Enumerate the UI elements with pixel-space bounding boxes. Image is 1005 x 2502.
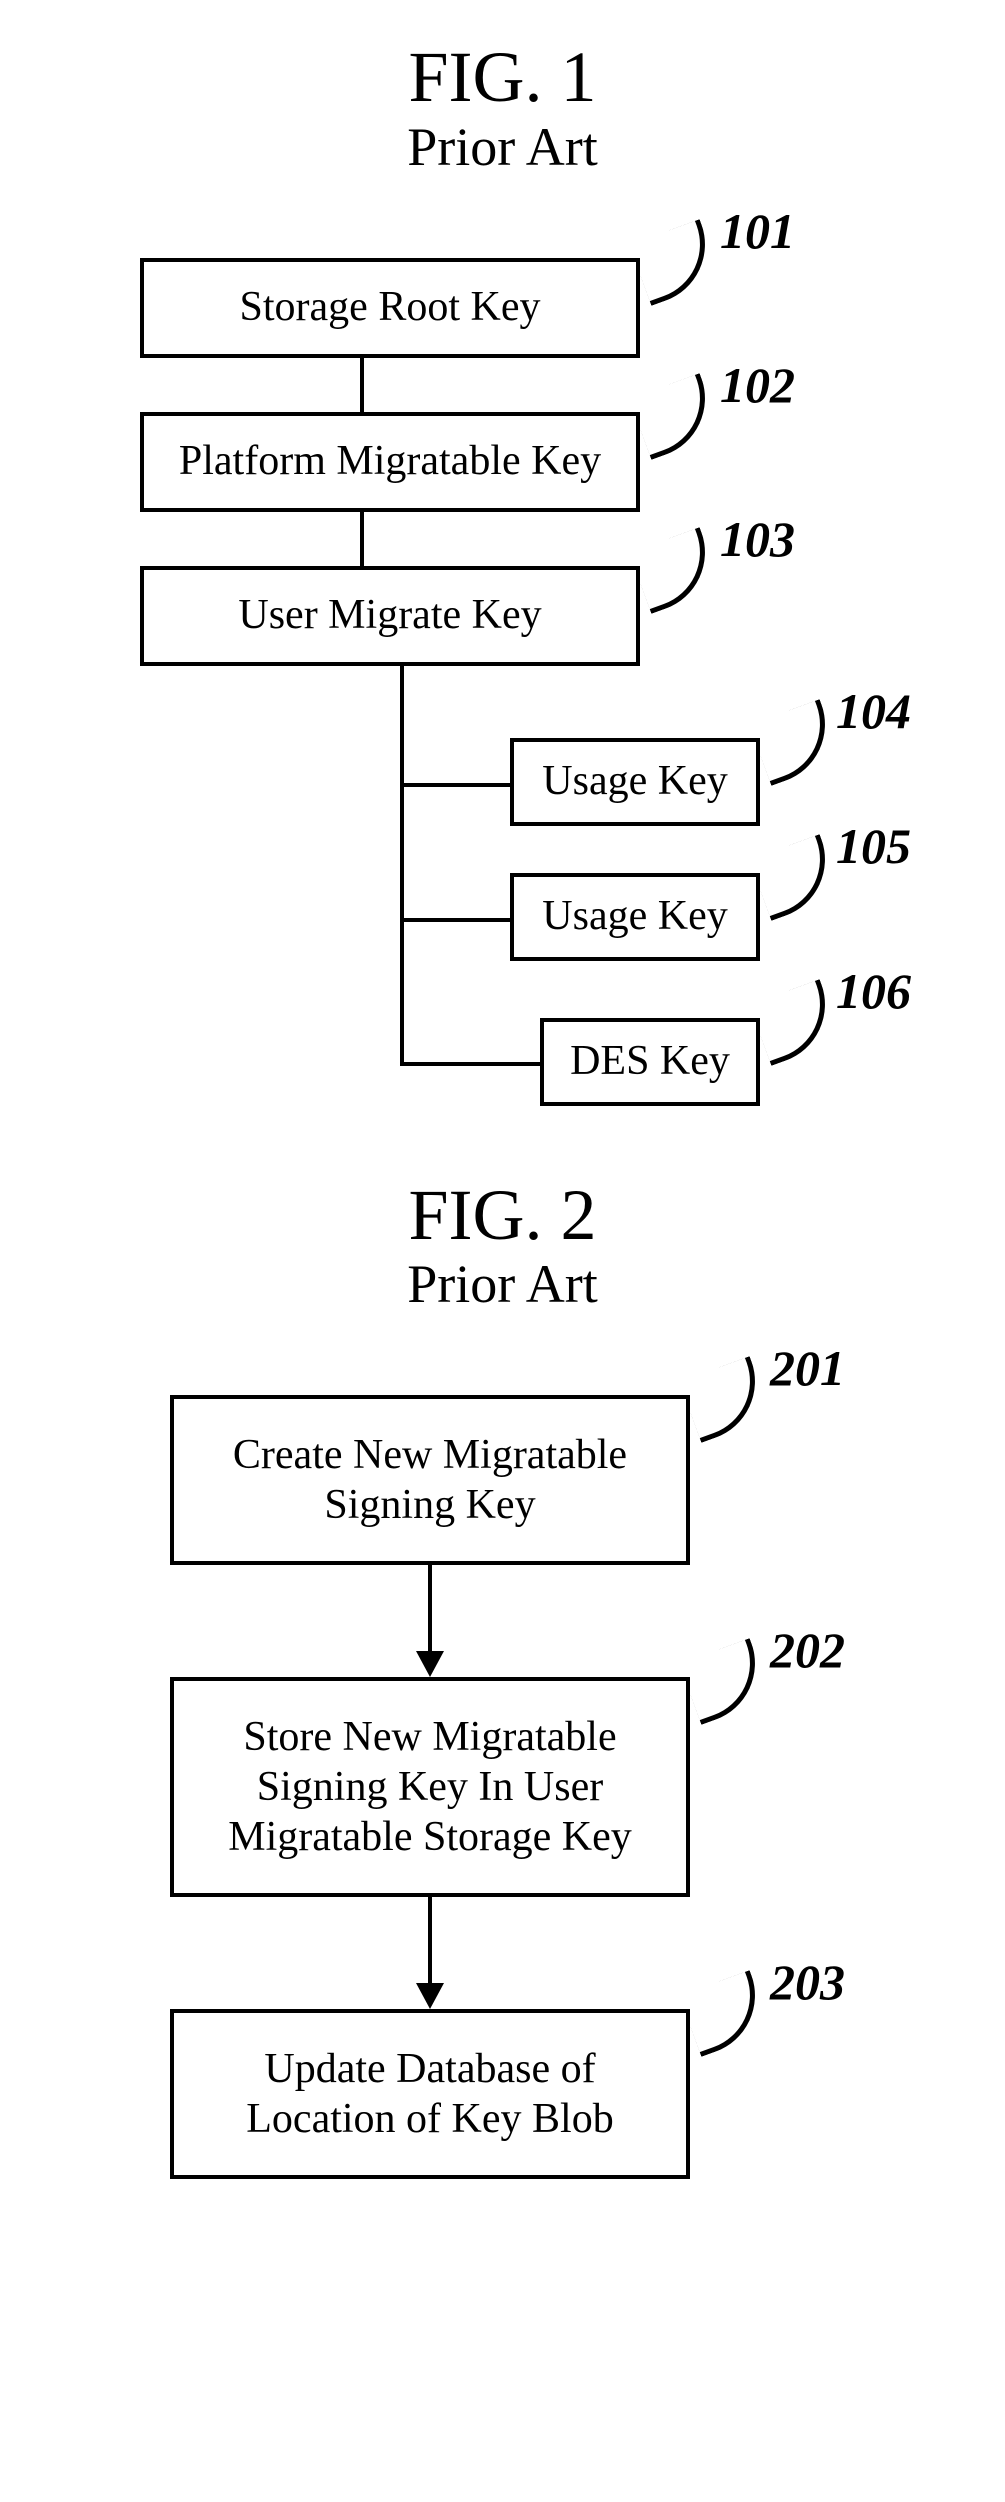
fig1-title: FIG. 1 [0, 40, 1005, 116]
leader-102 [629, 373, 722, 460]
connector-101-102 [360, 358, 364, 412]
leader-103 [629, 527, 722, 614]
leader-104 [749, 699, 842, 786]
fig1-diagram: Storage Root Key 101 Platform Migratable… [130, 218, 890, 1118]
refnum-103: 103 [720, 510, 795, 568]
box-des-key: DES Key [540, 1018, 760, 1106]
refnum-201: 201 [770, 1339, 845, 1397]
leader-203 [679, 1970, 772, 2057]
label-step-203: Update Database of Location of Key Blob [246, 2044, 613, 2145]
refnum-104: 104 [836, 682, 911, 740]
arrow-shaft-201-202 [428, 1565, 432, 1655]
leader-105 [749, 834, 842, 921]
box-usage-key-1: Usage Key [510, 738, 760, 826]
box-platform-migratable-key: Platform Migratable Key [140, 412, 640, 512]
arrow-head-201-202 [416, 1651, 444, 1677]
label-usage-key-1: Usage Key [542, 757, 727, 805]
refnum-101: 101 [720, 202, 795, 260]
fig1-subtitle: Prior Art [0, 116, 1005, 178]
arrow-shaft-202-203 [428, 1897, 432, 1987]
refnum-106: 106 [836, 962, 911, 1020]
branch-105 [400, 918, 510, 922]
label-storage-root-key: Storage Root Key [240, 283, 541, 331]
label-step-202: Store New Migratable Signing Key In User… [228, 1712, 632, 1863]
fig2-diagram: Create New Migratable Signing Key 201 St… [130, 1355, 890, 2375]
arrow-head-202-203 [416, 1983, 444, 2009]
refnum-202: 202 [770, 1621, 845, 1679]
leader-106 [749, 979, 842, 1066]
leader-202 [679, 1638, 772, 1725]
refnum-102: 102 [720, 356, 795, 414]
label-des-key: DES Key [570, 1037, 730, 1085]
trunk-103-children [400, 666, 404, 1066]
leader-101 [629, 219, 722, 306]
fig2-title: FIG. 2 [0, 1178, 1005, 1254]
label-usage-key-2: Usage Key [542, 892, 727, 940]
step-update-database: Update Database of Location of Key Blob [170, 2009, 690, 2179]
leader-201 [679, 1356, 772, 1443]
refnum-105: 105 [836, 817, 911, 875]
step-create-new-key: Create New Migratable Signing Key [170, 1395, 690, 1565]
refnum-203: 203 [770, 1953, 845, 2011]
label-platform-migratable-key: Platform Migratable Key [179, 437, 601, 485]
box-storage-root-key: Storage Root Key [140, 258, 640, 358]
step-store-key: Store New Migratable Signing Key In User… [170, 1677, 690, 1897]
label-step-201: Create New Migratable Signing Key [233, 1430, 627, 1531]
label-user-migrate-key: User Migrate Key [238, 591, 541, 639]
fig2-subtitle: Prior Art [0, 1253, 1005, 1315]
page: FIG. 1 Prior Art Storage Root Key 101 Pl… [0, 0, 1005, 2435]
box-usage-key-2: Usage Key [510, 873, 760, 961]
connector-102-103 [360, 512, 364, 566]
box-user-migrate-key: User Migrate Key [140, 566, 640, 666]
branch-104 [400, 783, 510, 787]
branch-106 [400, 1062, 540, 1066]
